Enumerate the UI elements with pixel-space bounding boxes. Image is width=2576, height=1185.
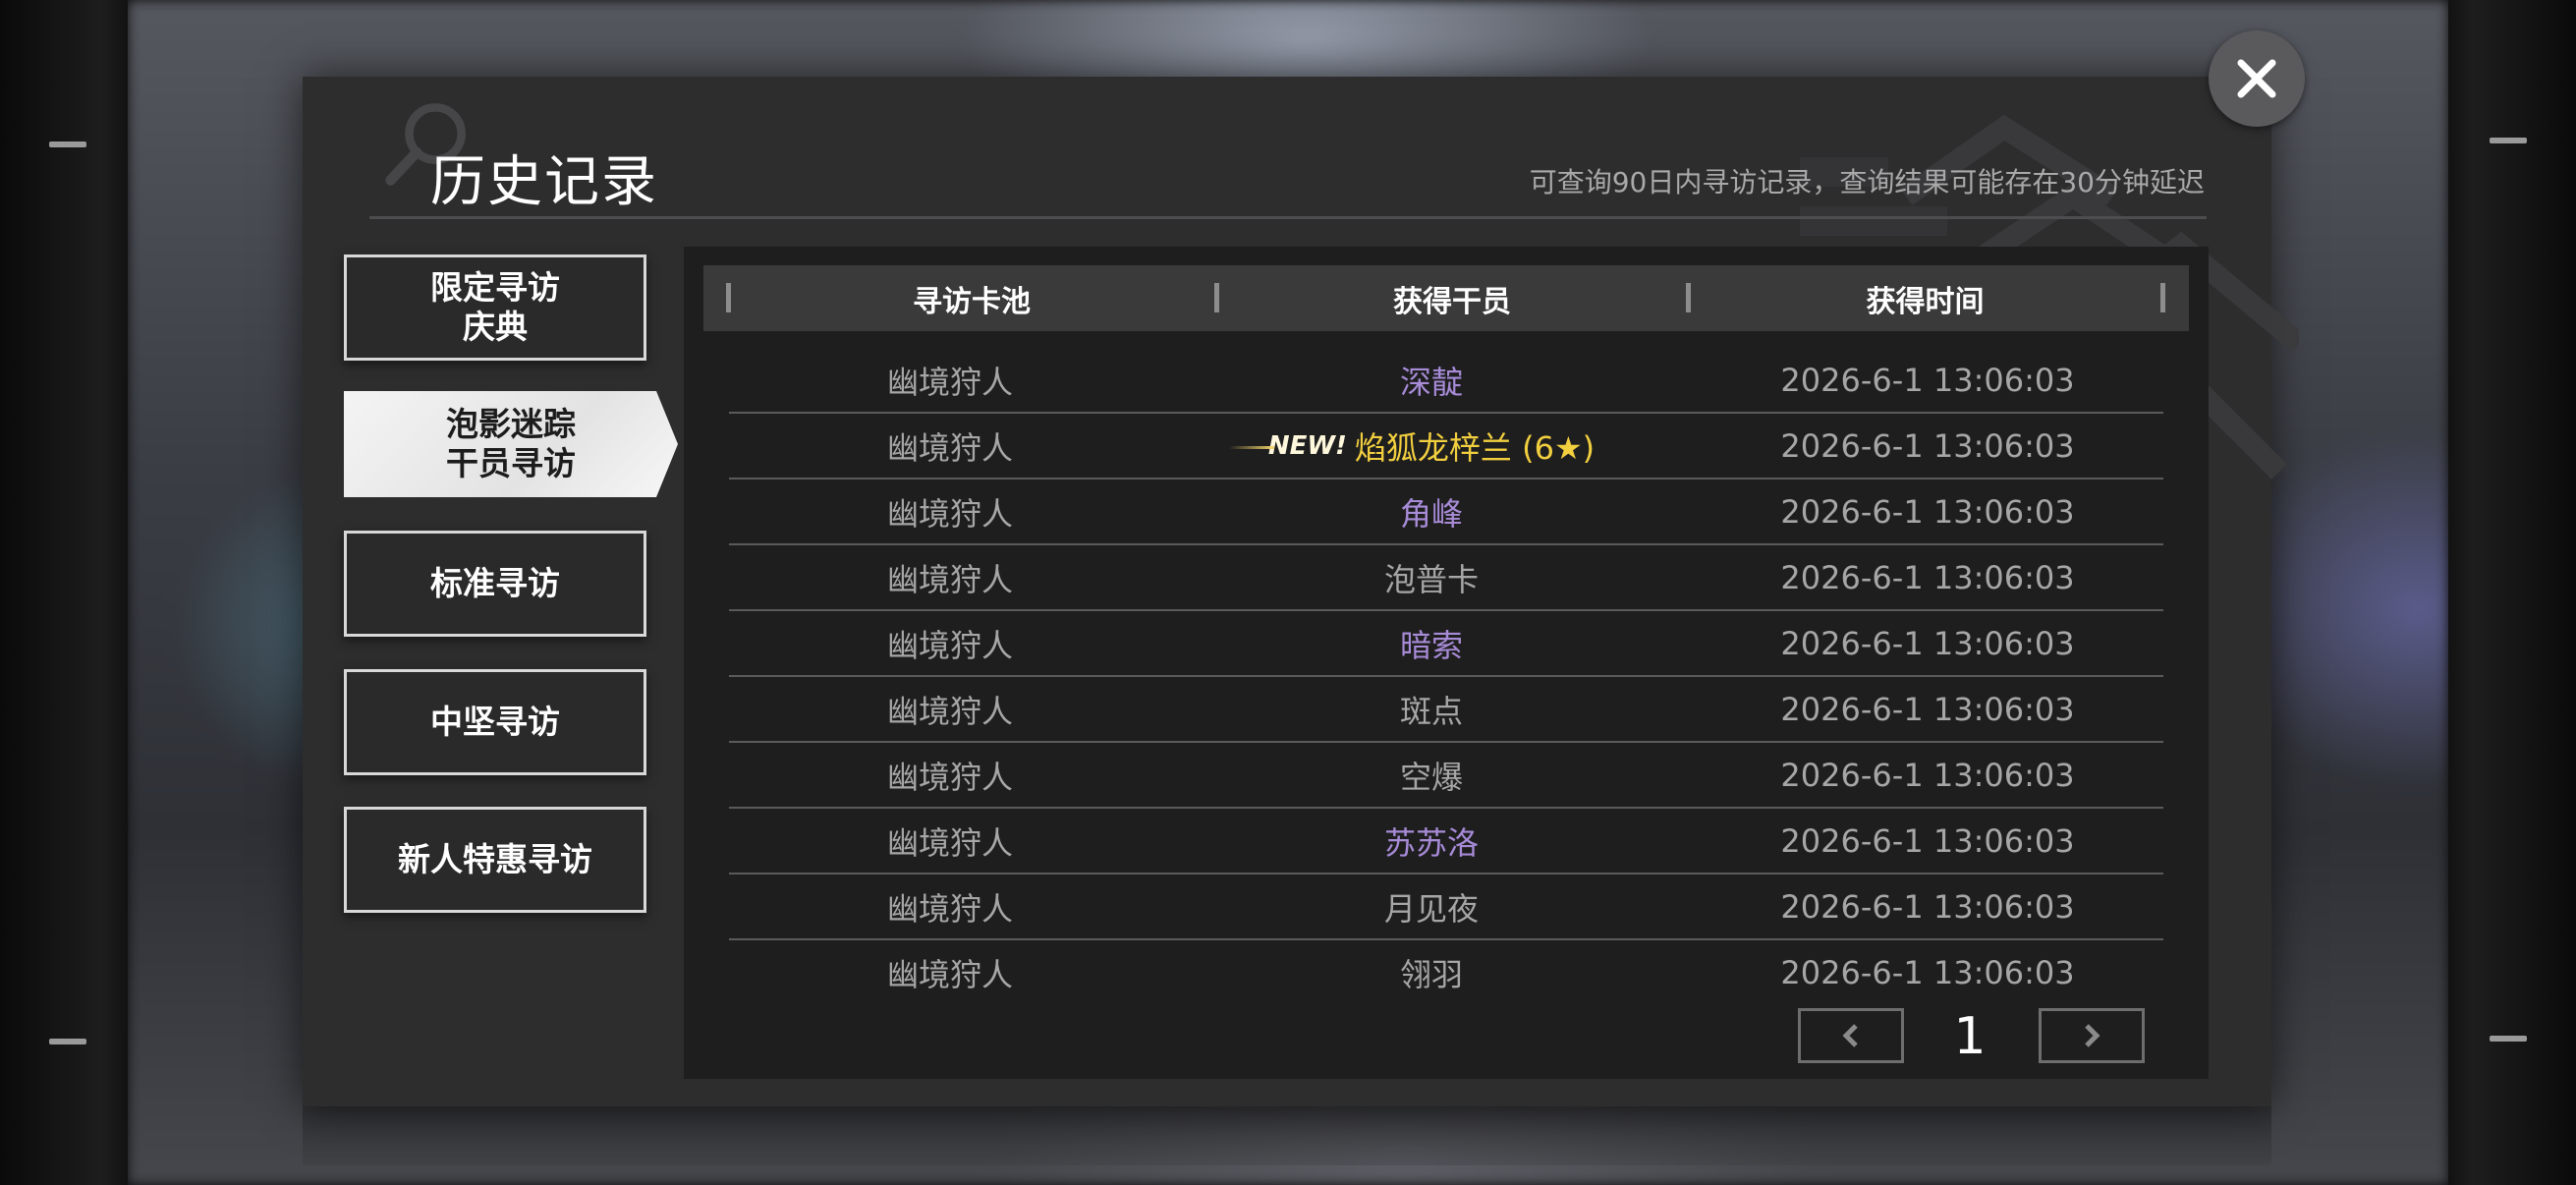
table-row: 幽境狩人 斑点 2026-6-1 13:06:03 <box>729 676 2163 742</box>
left-frame <box>0 0 128 1185</box>
cell-pool: 幽境狩人 <box>886 428 1013 467</box>
cell-pool: 幽境狩人 <box>886 955 1013 993</box>
cell-time: 2026-6-1 13:06:03 <box>1780 821 2075 860</box>
cell-operator: 深靛 <box>1191 347 1672 413</box>
cell-operator: 翎羽 <box>1191 939 1672 1005</box>
header-separator <box>2160 283 2165 312</box>
frame-tick <box>2490 138 2527 143</box>
table-row: 幽境狩人 月见夜 2026-6-1 13:06:03 <box>729 874 2163 939</box>
cell-time: 2026-6-1 13:06:03 <box>1780 887 2075 926</box>
operator-name: 空爆 <box>1399 758 1463 796</box>
cell-pool: 幽境狩人 <box>886 626 1013 664</box>
table-row: 幽境狩人 苏苏洛 2026-6-1 13:06:03 <box>729 808 2163 874</box>
frame-tick <box>49 141 86 147</box>
operator-name: 斑点 <box>1399 692 1463 730</box>
cell-operator: 空爆 <box>1191 742 1672 808</box>
table-row: 幽境狩人 翎羽 2026-6-1 13:06:03 <box>729 939 2163 1005</box>
title-divider <box>369 216 2207 219</box>
frame-tick <box>49 1039 86 1044</box>
chevron-right-icon <box>2085 1024 2100 1047</box>
cell-pool: 幽境狩人 <box>886 758 1013 796</box>
category-label-line: 庆典 <box>463 308 528 346</box>
cell-time: 2026-6-1 13:06:03 <box>1780 953 2075 991</box>
cell-pool: 幽境狩人 <box>886 823 1013 862</box>
category-label-line: 限定寻访 <box>430 268 560 307</box>
cell-pool: 幽境狩人 <box>886 889 1013 928</box>
cell-pool: 幽境狩人 <box>886 494 1013 533</box>
category-limited-celebration[interactable]: 限定寻访 庆典 <box>344 254 646 361</box>
cell-time: 2026-6-1 13:06:03 <box>1780 624 2075 662</box>
next-page-button[interactable] <box>2039 1008 2145 1063</box>
cell-time: 2026-6-1 13:06:03 <box>1780 558 2075 596</box>
category-label-line: 新人特惠寻访 <box>398 840 592 878</box>
cell-time: 2026-6-1 13:06:03 <box>1780 361 2075 399</box>
category-bubble-mystery-active[interactable]: 泡影迷踪 干员寻访 <box>344 391 678 497</box>
table-row: 幽境狩人 NEW! 焰狐龙梓兰 (6★) 2026-6-1 13:06:03 <box>729 413 2163 479</box>
close-icon <box>2237 59 2276 98</box>
modal-bottom-strip <box>303 1106 2271 1165</box>
category-label-line: 干员寻访 <box>446 444 576 482</box>
category-label-line: 中坚寻访 <box>430 703 560 741</box>
cell-time: 2026-6-1 13:06:03 <box>1780 756 2075 794</box>
cell-time: 2026-6-1 13:06:03 <box>1780 426 2075 465</box>
right-frame <box>2448 0 2576 1185</box>
cell-operator: 暗索 <box>1191 610 1672 676</box>
cell-operator: NEW! 焰狐龙梓兰 (6★) <box>1191 413 1672 479</box>
table-row: 幽境狩人 角峰 2026-6-1 13:06:03 <box>729 479 2163 544</box>
cell-time: 2026-6-1 13:06:03 <box>1780 492 2075 531</box>
cell-operator: 苏苏洛 <box>1191 808 1672 874</box>
frame-tick <box>2490 1036 2527 1042</box>
header-pool: 寻访卡池 <box>913 284 1031 319</box>
header-operator: 获得干员 <box>1393 284 1511 319</box>
cell-pool: 幽境狩人 <box>886 692 1013 730</box>
current-page-number: 1 <box>1953 1007 1987 1066</box>
new-badge: NEW! <box>1228 430 1347 461</box>
operator-name: 角峰 <box>1399 494 1463 533</box>
operator-name: 焰狐龙梓兰 (6★) <box>1354 428 1596 467</box>
operator-name: 翎羽 <box>1399 955 1463 993</box>
category-label-line: 标准寻访 <box>430 564 560 602</box>
operator-name: 月见夜 <box>1383 889 1479 928</box>
close-button[interactable] <box>2209 30 2305 127</box>
header-time: 获得时间 <box>1866 284 1985 319</box>
cell-operator: 泡普卡 <box>1191 544 1672 610</box>
table-row: 幽境狩人 暗索 2026-6-1 13:06:03 <box>729 610 2163 676</box>
cell-operator: 斑点 <box>1191 676 1672 742</box>
operator-name: 暗索 <box>1399 626 1463 664</box>
category-label-line: 泡影迷踪 <box>446 405 576 443</box>
cell-operator: 月见夜 <box>1191 874 1672 939</box>
table-row: 幽境狩人 空爆 2026-6-1 13:06:03 <box>729 742 2163 808</box>
query-notice: 可查询90日内寻访记录，查询结果可能存在30分钟延迟 <box>1529 166 2205 198</box>
table-row: 幽境狩人 泡普卡 2026-6-1 13:06:03 <box>729 544 2163 610</box>
chevron-left-icon <box>1842 1024 1858 1047</box>
operator-name: 深靛 <box>1399 363 1463 401</box>
operator-name: 泡普卡 <box>1383 560 1479 598</box>
cell-operator: 角峰 <box>1191 479 1672 544</box>
cell-pool: 幽境狩人 <box>886 560 1013 598</box>
dialog-title: 历史记录 <box>430 150 658 214</box>
operator-name: 苏苏洛 <box>1383 823 1479 862</box>
category-standard[interactable]: 标准寻访 <box>344 531 646 637</box>
table-row: 幽境狩人 深靛 2026-6-1 13:06:03 <box>729 347 2163 413</box>
cell-pool: 幽境狩人 <box>886 363 1013 401</box>
prev-page-button[interactable] <box>1798 1008 1904 1063</box>
category-kernel[interactable]: 中坚寻访 <box>344 669 646 775</box>
cell-time: 2026-6-1 13:06:03 <box>1780 690 2075 728</box>
category-newbie-special[interactable]: 新人特惠寻访 <box>344 807 646 913</box>
